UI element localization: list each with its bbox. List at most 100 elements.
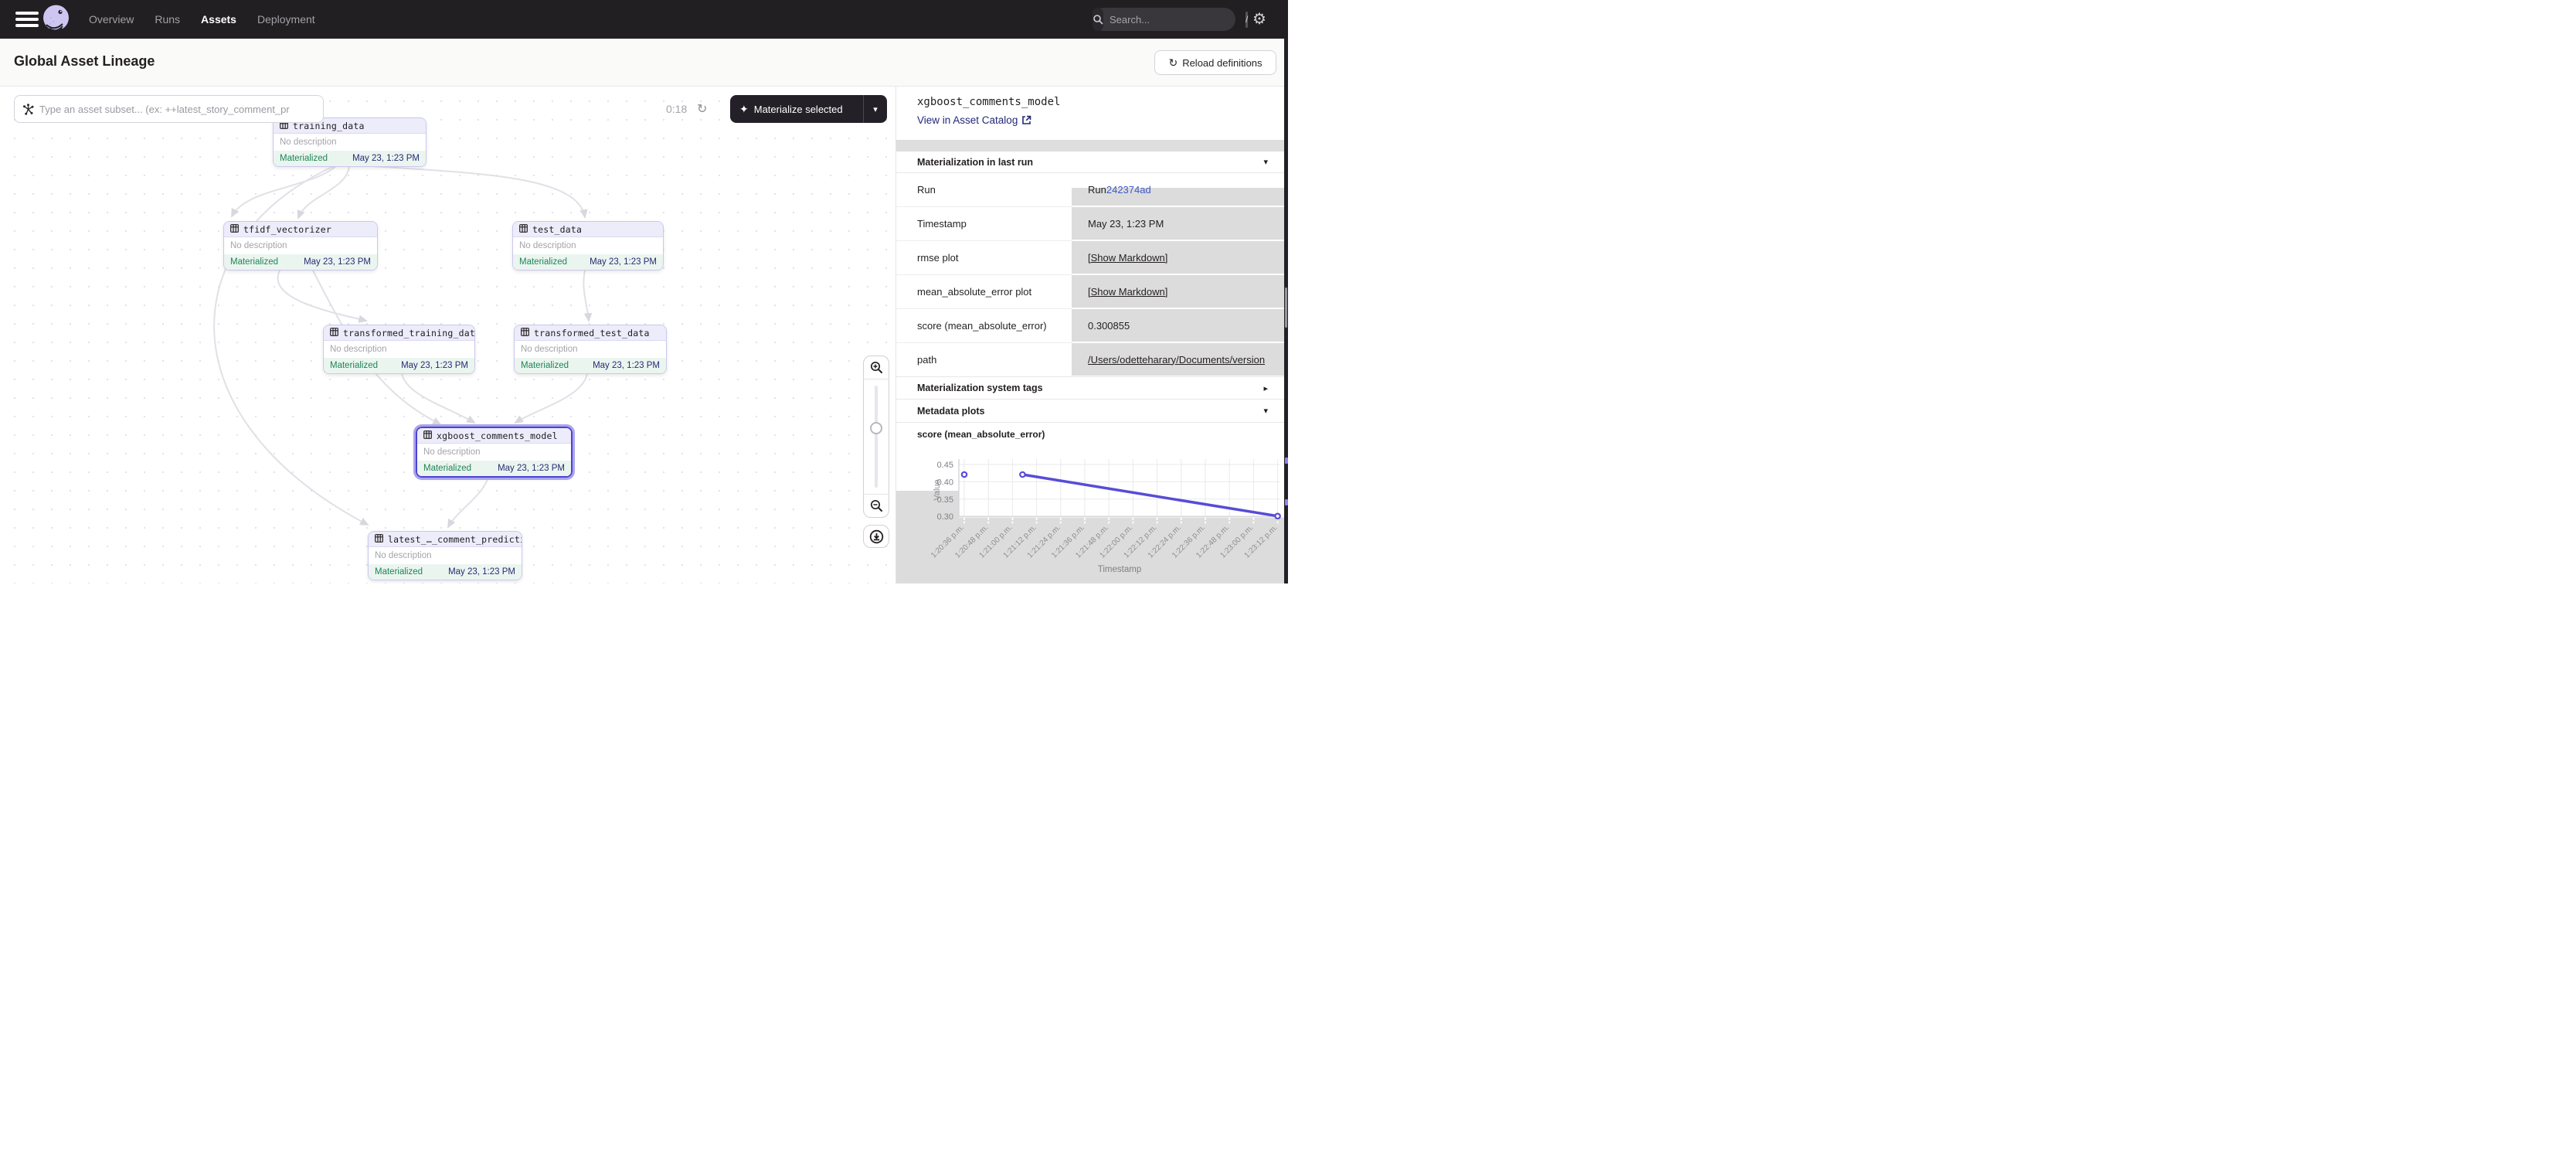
asset-node-header: transformed_training_data [324, 325, 474, 341]
asset-description: No description [519, 241, 576, 250]
materialized-timestamp[interactable]: May 23, 1:23 PM [352, 154, 420, 163]
asset-node-header: tfidf_vectorizer [224, 222, 377, 237]
zoom-out-button[interactable] [863, 494, 889, 517]
asset-description: No description [230, 241, 287, 250]
show-markdown-link[interactable]: [Show Markdown] [1088, 252, 1167, 264]
section-metadata-plots[interactable]: Metadata plots ▾ [896, 400, 1284, 423]
asset-node-header: test_data [513, 222, 663, 237]
asset-node-footer: Materialized May 23, 1:23 PM [417, 461, 571, 476]
scrollbar-thumb[interactable] [1285, 287, 1287, 328]
materialized-timestamp[interactable]: May 23, 1:23 PM [304, 257, 371, 267]
gear-icon[interactable]: ⚙ [1252, 10, 1266, 29]
asset-description: No description [280, 138, 337, 147]
asset-subset-input[interactable] [39, 104, 315, 115]
chevron-down-icon: ▾ [1263, 406, 1268, 416]
materialized-timestamp[interactable]: May 23, 1:23 PM [498, 464, 565, 473]
search-shortcut-badge: / [1246, 12, 1248, 28]
edge-mark [1285, 499, 1288, 505]
last-run-metadata-table: RunRun 242374adTimestampMay 23, 1:23 PMr… [896, 173, 1284, 377]
asset-node-body: No description [369, 547, 522, 564]
asset-name: latest_…_comment_predictions [388, 534, 522, 545]
metadata-label: score (mean_absolute_error) [896, 309, 1072, 343]
asset-node-footer: MaterializedMay 23, 1:23 PM [324, 358, 474, 373]
metadata-plot-title: score (mean_absolute_error) [917, 429, 1045, 440]
asset-node-body: No description [417, 444, 571, 461]
op-selector-icon [22, 104, 34, 115]
table-grid-icon [423, 429, 432, 443]
zoom-slider-thumb[interactable] [870, 422, 882, 434]
asset-node-transformed_test_data[interactable]: transformed_test_data No description Mater… [514, 325, 667, 374]
asset-node-transformed_training_data[interactable]: transformed_training_data No description M… [323, 325, 475, 374]
nav-item-runs[interactable]: Runs [155, 13, 180, 26]
section-materialization-last-run[interactable]: Materialization in last run ▾ [896, 151, 1284, 173]
zoom-slider-track[interactable] [875, 386, 878, 488]
external-link-icon [1021, 115, 1031, 125]
materialized-timestamp[interactable]: May 23, 1:23 PM [590, 257, 657, 267]
asset-node-latest__comment_predictions[interactable]: latest_…_comment_predictions No descripti… [368, 531, 522, 580]
hamburger-menu-icon[interactable] [15, 12, 39, 27]
window-edge-strip [1284, 39, 1288, 584]
asset-node-footer: MaterializedMay 23, 1:23 PM [224, 254, 377, 270]
dagster-logo-icon[interactable] [41, 4, 71, 34]
nav-item-assets[interactable]: Assets [201, 13, 236, 26]
asset-subset-filter[interactable] [14, 95, 324, 123]
asset-node-header: transformed_test_data [515, 325, 666, 341]
materialize-selected-button[interactable]: ✦ Materialize selected ▾ [730, 95, 887, 123]
table-grid-icon [230, 223, 239, 236]
metadata-value: /Users/odetteharary/Documents/version [1072, 343, 1284, 377]
svg-text:Value: Value [933, 479, 942, 500]
search-input[interactable] [1110, 14, 1246, 26]
path-link[interactable]: /Users/odetteharary/Documents/version [1088, 354, 1265, 366]
zoom-in-button[interactable] [863, 356, 889, 379]
materialized-timestamp[interactable]: May 23, 1:23 PM [593, 361, 660, 370]
table-grid-icon [521, 326, 529, 340]
asset-node-tfidf_vectorizer[interactable]: tfidf_vectorizer No description Materializ… [223, 221, 378, 270]
chevron-right-icon: ▸ [1263, 383, 1268, 393]
sparkle-icon: ✦ [739, 104, 749, 114]
asset-name: transformed_training_data [343, 328, 475, 339]
table-grid-icon [330, 326, 338, 340]
page-title: Global Asset Lineage [14, 53, 155, 70]
view-in-asset-catalog-link[interactable]: View in Asset Catalog [917, 114, 1031, 126]
nav-item-deployment[interactable]: Deployment [257, 13, 315, 26]
asset-node-header: latest_…_comment_predictions [369, 532, 522, 547]
metadata-label: rmse plot [896, 241, 1072, 275]
asset-name: tfidf_vectorizer [243, 224, 331, 235]
materialized-timestamp[interactable]: May 23, 1:23 PM [448, 567, 515, 577]
table-grid-icon [375, 532, 383, 546]
materialized-status: Materialized [519, 257, 567, 267]
metadata-label: Timestamp [896, 207, 1072, 241]
asset-node-body: No description [513, 237, 663, 254]
asset-name: xgboost_comments_model [437, 430, 558, 441]
asset-node-test_data[interactable]: test_data No description Materialized May 2… [512, 221, 664, 270]
materialize-dropdown-caret[interactable]: ▾ [864, 104, 887, 114]
asset-node-footer: MaterializedMay 23, 1:23 PM [515, 358, 666, 373]
asset-node-body: No description [274, 134, 426, 151]
asset-description: No description [423, 447, 481, 457]
reload-definitions-button[interactable]: ↻ Reload definitions [1154, 50, 1276, 75]
asset-description: No description [330, 345, 387, 354]
score-line-chart: 0.450.400.350.301:20:36 p.m.1:20:48 p.m.… [896, 448, 1284, 584]
refresh-icon[interactable]: ↻ [697, 101, 707, 117]
section-materialization-system-tags[interactable]: Materialization system tags ▸ [896, 376, 1284, 400]
materialized-timestamp[interactable]: May 23, 1:23 PM [401, 361, 468, 370]
nav-item-overview[interactable]: Overview [89, 13, 134, 26]
run-id-link[interactable]: 242374ad [1106, 184, 1151, 196]
asset-node-training_data[interactable]: training_dataNo descriptionMaterializedM… [273, 117, 427, 167]
lineage-graph-canvas[interactable]: training_dataNo descriptionMaterializedM… [0, 87, 895, 584]
asset-node-footer: MaterializedMay 23, 1:23 PM [274, 151, 426, 166]
zoom-slider[interactable] [863, 379, 889, 494]
top-nav: Overview Runs Assets Deployment / ⚙ [0, 0, 1288, 39]
asset-node-body: No description [324, 341, 474, 358]
download-image-button[interactable] [863, 525, 889, 548]
global-search[interactable]: / [1093, 8, 1235, 31]
metadata-label: path [896, 343, 1072, 377]
asset-description: No description [521, 345, 578, 354]
materialized-status: Materialized [423, 464, 471, 473]
show-markdown-link[interactable]: [Show Markdown] [1088, 286, 1167, 298]
metadata-value: [Show Markdown] [1072, 275, 1284, 309]
asset-node-xgboost_comments_model[interactable]: xgboost_comments_model No description Mate… [416, 427, 573, 478]
metadata-row-Timestamp: TimestampMay 23, 1:23 PM [896, 207, 1284, 241]
asset-node-footer: Materialized May 23, 1:23 PM [513, 254, 663, 270]
search-icon [1093, 8, 1103, 31]
